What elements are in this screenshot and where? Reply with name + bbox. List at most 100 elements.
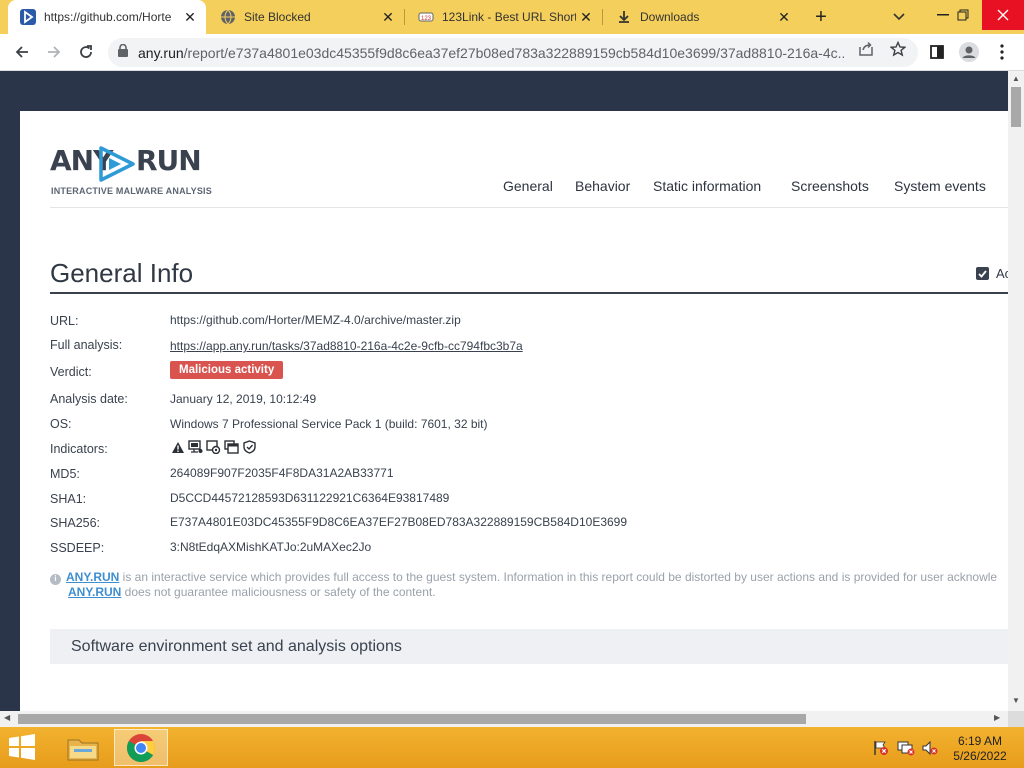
close-tab-icon[interactable]: ✕ — [180, 9, 200, 26]
tab-title: https://github.com/Horte — [44, 10, 172, 24]
side-panel-icon[interactable] — [923, 38, 951, 66]
nav-static-information[interactable]: Static information — [653, 178, 761, 194]
tab-site-blocked[interactable]: Site Blocked ✕ — [208, 0, 404, 34]
shield-icon[interactable] — [242, 440, 257, 454]
close-window-button[interactable] — [982, 0, 1024, 30]
nav-general[interactable]: General — [503, 178, 553, 194]
close-tab-icon[interactable]: ✕ — [576, 9, 596, 26]
report-card: ANY RUN INTERACTIVE MALWARE ANALYSIS Gen… — [20, 111, 1008, 711]
indicator-icons — [170, 440, 257, 454]
verdict-badge-wrap: Malicious activity — [170, 361, 284, 379]
sha1-value: D5CCD44572128593D631122921C6364E93817489 — [170, 491, 450, 505]
globe-icon — [220, 9, 236, 25]
tab-123link[interactable]: 123 123Link - Best URL Short ✕ — [406, 0, 602, 34]
info-icon: i — [50, 573, 61, 585]
url-text: any.run/report/e737a4801e03dc45355f9d8c6… — [138, 45, 844, 61]
indicators-label: Indicators: — [50, 442, 108, 456]
ssdeep-label: SSDEEP: — [50, 541, 105, 555]
analysis-date-label: Analysis date: — [50, 392, 128, 406]
svg-text:123: 123 — [421, 16, 432, 22]
sha1-label: SHA1: — [50, 492, 87, 506]
tab-title: Site Blocked — [244, 10, 311, 24]
windows-icon[interactable] — [224, 440, 239, 454]
horizontal-scroll-thumb[interactable] — [18, 714, 806, 724]
address-bar[interactable]: any.run/report/e737a4801e03dc45355f9d8c6… — [108, 38, 918, 67]
system-clock[interactable]: 6:19 AM 5/26/2022 — [950, 734, 1010, 764]
volume-muted-icon[interactable] — [921, 740, 939, 756]
new-tab-button[interactable]: + — [808, 5, 834, 29]
tab-downloads[interactable]: Downloads ✕ — [604, 0, 800, 34]
vertical-scrollbar[interactable]: ▲ ▼ — [1008, 71, 1024, 711]
folder-icon — [67, 739, 99, 760]
sha256-label: SHA256: — [50, 516, 101, 530]
tab-strip: https://github.com/Horte ✕ Site Blocked … — [0, 0, 1024, 34]
scroll-up-icon[interactable]: ▲ — [1012, 74, 1020, 83]
anyrun-link[interactable]: ANY.RUN — [66, 570, 119, 584]
link-favicon: 123 — [418, 9, 434, 25]
back-button[interactable] — [8, 38, 36, 66]
bookmark-star-icon[interactable] — [889, 41, 907, 57]
nav-screenshots[interactable]: Screenshots — [791, 178, 869, 194]
vertical-scroll-thumb[interactable] — [1011, 87, 1021, 127]
profile-avatar-icon[interactable] — [955, 38, 983, 66]
action-center-flag-icon[interactable] — [872, 740, 890, 756]
process-icon[interactable] — [206, 440, 221, 454]
scroll-down-icon[interactable]: ▼ — [1012, 696, 1020, 705]
os-value: Windows 7 Professional Service Pack 1 (b… — [170, 417, 488, 431]
browser-toolbar: any.run/report/e737a4801e03dc45355f9d8c6… — [0, 34, 1024, 71]
section-title: Software environment set and analysis op… — [71, 638, 402, 655]
analysis-date-value: January 12, 2019, 10:12:49 — [170, 392, 317, 406]
taskbar-file-explorer[interactable] — [56, 729, 110, 766]
url-path: /report/e737a4801e03dc45355f9d8c6ea37ef2… — [183, 44, 844, 61]
reload-button[interactable] — [72, 38, 100, 66]
tab-anyrun[interactable]: https://github.com/Horte ✕ — [8, 0, 206, 34]
scroll-right-icon[interactable]: ▶ — [994, 713, 1000, 722]
disclaimer-text-2: does not guarantee maliciousness or safe… — [121, 584, 436, 599]
checkbox-checked-icon[interactable] — [976, 267, 989, 280]
menu-kebab-icon[interactable] — [988, 38, 1016, 66]
software-environment-section[interactable]: Software environment set and analysis op… — [50, 629, 1008, 664]
windows-start-button[interactable] — [8, 734, 38, 762]
verdict-badge: Malicious activity — [170, 361, 284, 379]
advanced-label: Ac — [996, 266, 1008, 281]
taskbar-chrome[interactable] — [114, 729, 168, 766]
ssdeep-value: 3:N8tEdqAXMishKATJo:2uMAXec2Jo — [170, 540, 372, 554]
forward-button[interactable] — [40, 38, 68, 66]
close-tab-icon[interactable]: ✕ — [378, 9, 398, 26]
verdict-label: Verdict: — [50, 365, 92, 379]
clock-date: 5/26/2022 — [953, 749, 1007, 763]
advanced-checkbox[interactable]: Ac — [976, 266, 1008, 281]
tab-title: 123Link - Best URL Short — [442, 10, 576, 24]
screen-network-icon[interactable] — [188, 440, 203, 454]
disclaimer-line-1: i ANY.RUN is an interactive service which… — [50, 570, 997, 585]
url-label: URL: — [50, 314, 79, 328]
disclaimer-text-1: is an interactive service which provides… — [119, 570, 998, 584]
network-icon[interactable] — [897, 740, 915, 756]
md5-value: 264089F907F2035F4F8DA31A2AB33771 — [170, 466, 394, 480]
anyrun-link[interactable]: ANY.RUN — [68, 585, 121, 599]
share-icon[interactable] — [857, 41, 875, 57]
logo-play-icon — [99, 146, 135, 182]
tab-search-chevron-icon[interactable] — [888, 5, 910, 29]
disclaimer-note: i ANY.RUN is an interactive service which… — [50, 570, 997, 599]
logo-tagline: INTERACTIVE MALWARE ANALYSIS — [51, 186, 212, 196]
download-icon — [616, 9, 632, 25]
nav-behavior[interactable]: Behavior — [575, 178, 630, 194]
tab-separator — [602, 9, 603, 25]
title-underline — [50, 292, 1008, 294]
tab-separator — [404, 9, 405, 25]
nav-divider — [50, 207, 1008, 208]
scroll-left-icon[interactable]: ◀ — [4, 713, 10, 722]
scrollbar-corner — [1008, 711, 1024, 727]
restore-button[interactable] — [946, 0, 980, 30]
close-tab-icon[interactable]: ✕ — [774, 9, 794, 26]
horizontal-scrollbar[interactable]: ◀ ▶ — [0, 711, 1008, 727]
anyrun-logo[interactable]: ANY RUN INTERACTIVE MALWARE ANALYSIS — [50, 144, 212, 202]
full-analysis-link[interactable]: https://app.any.run/tasks/37ad8810-216a-… — [170, 339, 523, 353]
url-value: https://github.com/Horter/MEMZ-4.0/archi… — [170, 313, 461, 327]
warning-icon[interactable] — [170, 440, 185, 454]
nav-system-events[interactable]: System events — [894, 178, 986, 194]
sha256-value: E737A4801E03DC45355F9D8C6EA37EF27B08ED78… — [170, 515, 628, 529]
lock-icon[interactable] — [118, 43, 128, 62]
page-title: General Info — [50, 258, 194, 288]
